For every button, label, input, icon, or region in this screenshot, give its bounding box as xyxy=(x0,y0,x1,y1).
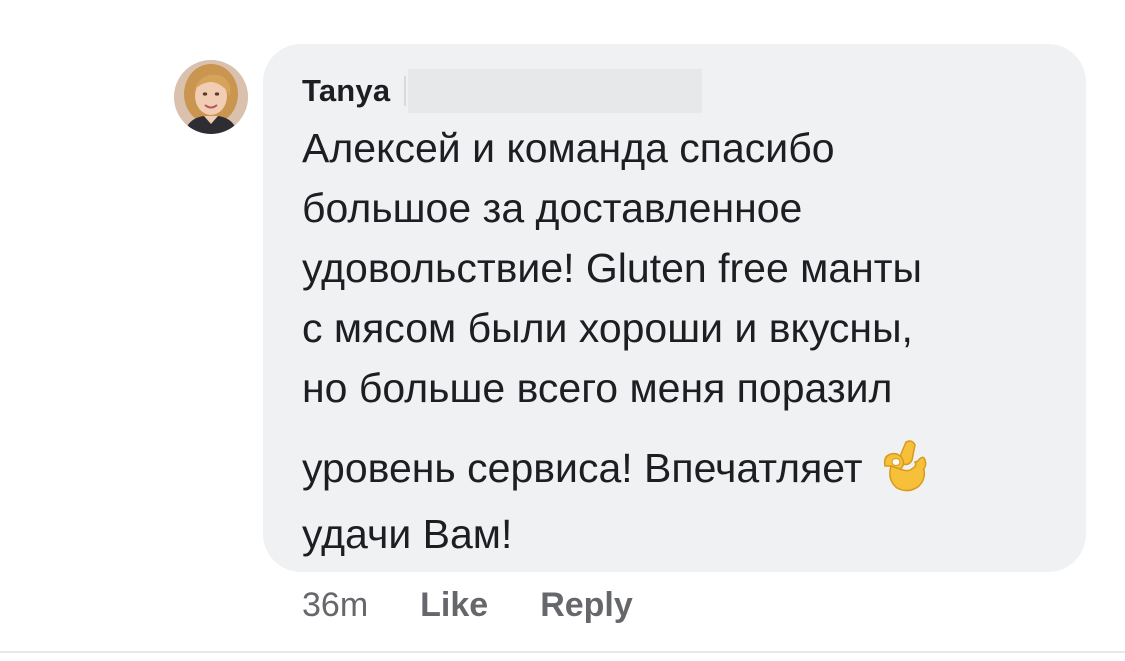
like-button[interactable]: Like xyxy=(420,586,488,625)
reply-button[interactable]: Reply xyxy=(540,586,633,625)
comment-line: уровень сервиса! Впечатляет xyxy=(302,445,863,491)
comment-line: с мясом были хороши и вкусны, xyxy=(302,305,913,351)
avatar-photo xyxy=(174,60,248,134)
author-name[interactable]: Tanya xyxy=(302,73,390,109)
avatar[interactable] xyxy=(174,60,248,134)
bottom-divider xyxy=(0,651,1125,653)
comment-line: Алексей и команда спасибо xyxy=(302,125,835,171)
comment-text: Алексей и команда спасибо большое за дос… xyxy=(302,118,1062,564)
comment-line-with-emoji: уровень сервиса! Впечатляет xyxy=(302,432,1062,504)
comment-line: но больше всего меня поразил xyxy=(302,365,893,411)
comment-line: удачи Вам! xyxy=(302,511,513,557)
comment-header: Tanya xyxy=(302,69,703,113)
comment-actions: 36m Like Reply xyxy=(302,580,633,630)
comment-timestamp[interactable]: 36m xyxy=(302,586,368,625)
name-divider xyxy=(404,76,407,106)
redacted-surname xyxy=(408,69,703,113)
ok-hand-emoji-icon xyxy=(879,436,929,496)
comment-line: удовольствие! Gluten free манты xyxy=(302,245,923,291)
comment-line: большое за доставленное xyxy=(302,185,803,231)
